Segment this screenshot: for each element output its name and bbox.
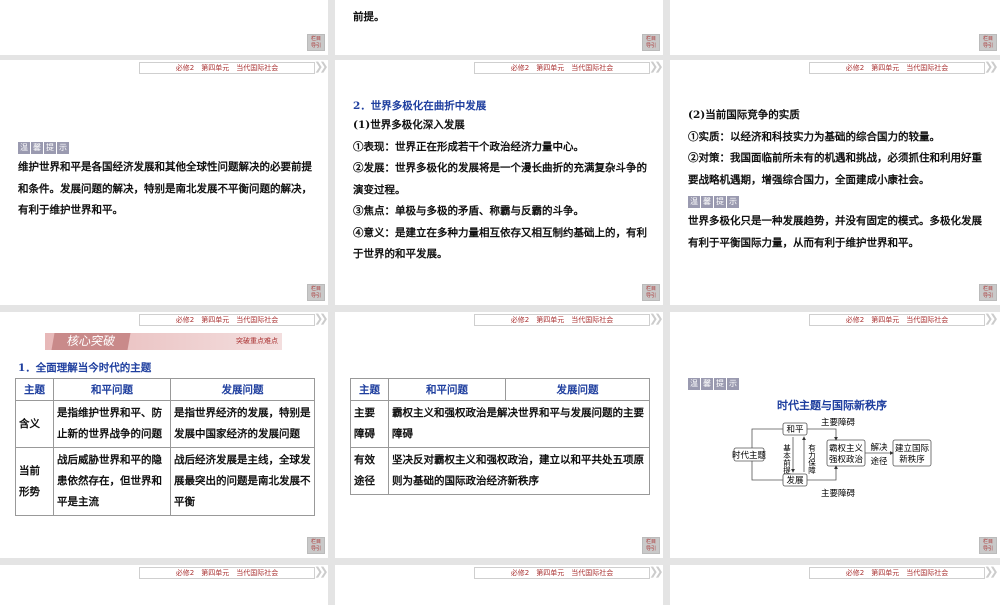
nav-button[interactable]: 栏目 导引	[307, 34, 325, 51]
nav-button[interactable]: 栏目 导引	[307, 284, 325, 301]
slide-r2c3[interactable]: 必修2 第四单元 当代国际社会 ❯❯ (2)当前国际竞争的实质 ①实质：以经济和科技…	[670, 60, 1000, 305]
diagram-title: 时代主题与国际新秩序	[777, 398, 887, 412]
section-body: (2)当前国际竞争的实质 ①实质：以经济和科技实力为基础的综合国力的较量。 ②对策：…	[688, 109, 982, 186]
svg-text:新秩序: 新秩序	[899, 454, 925, 465]
nav-button[interactable]: 栏目 导引	[307, 537, 325, 554]
nav-button[interactable]: 栏目 导引	[979, 34, 997, 51]
theme-table: 主题 和平问题 发展问题 含义 是指维护世界和平、防止新的世界战争的问题 是指世界经济的…	[15, 378, 315, 516]
slide-r3c2[interactable]: 必修2 第四单元 当代国际社会 ❯❯ 主题 和平问题 发展问题 主要障碍 霸权主义和强权…	[335, 312, 663, 558]
slide-r3c1[interactable]: 必修2 第四单元 当代国际社会 ❯❯ 核心突破 突破重点难点 1．全面理解当今时代的…	[0, 312, 328, 558]
table-row: 含义 是指维护世界和平、防止新的世界战争的问题 是指世界经济的发展，特别是发展中国家…	[15, 400, 315, 448]
slide-bottom-left[interactable]: 必修2 第四单元 当代国际社会 ❯❯	[0, 565, 328, 605]
chevron-icon: ❯❯	[984, 60, 999, 73]
slide-top-middle[interactable]: 前提。 栏目 导引	[335, 0, 663, 55]
svg-text:强权政治: 强权政治	[829, 454, 864, 465]
slide-r3c3[interactable]: 必修2 第四单元 当代国际社会 ❯❯ 温馨提示 时代主题与国际新秩序 时代主题 和…	[670, 312, 1000, 558]
section-heading: 2．世界多极化在曲折中发展	[353, 100, 487, 112]
chevron-icon: ❯❯	[314, 565, 328, 578]
nav-button[interactable]: 栏目 导引	[979, 284, 997, 301]
nav-button[interactable]: 栏目 导引	[642, 34, 660, 51]
slide-bottom-middle[interactable]: 必修2 第四单元 当代国际社会 ❯❯	[335, 565, 663, 605]
svg-text:主要障碍: 主要障碍	[821, 417, 856, 428]
slide-header: 必修2 第四单元 当代国际社会	[139, 314, 315, 326]
svg-text:时代主题: 时代主题	[732, 450, 767, 461]
theme-diagram: 时代主题与国际新秩序 时代主题 和平 发展 主要障碍 主要障碍 基本前提 有力保…	[732, 398, 932, 499]
slide-header: 必修2 第四单元 当代国际社会	[809, 62, 985, 74]
svg-text:建立国际: 建立国际	[895, 443, 930, 454]
svg-text:主要障碍: 主要障碍	[821, 488, 856, 499]
section-banner: 核心突破 突破重点难点	[45, 333, 282, 350]
tip-badge: 温馨提示	[18, 142, 69, 154]
svg-text:解决: 解决	[870, 442, 888, 453]
svg-text:有力保障: 有力保障	[807, 443, 816, 476]
svg-text:发展: 发展	[786, 475, 804, 486]
slide-r2c2[interactable]: 必修2 第四单元 当代国际社会 ❯❯ 2．世界多极化在曲折中发展 (1)世界多极化…	[335, 60, 663, 305]
svg-text:霸权主义: 霸权主义	[829, 443, 864, 454]
table-row: 当前形势 战后威胁世界和平的隐患依然存在，但世界和平是主流 战后经济发展是主线，全球…	[15, 447, 315, 516]
svg-text:和平: 和平	[786, 425, 804, 435]
chevron-icon: ❯❯	[314, 312, 328, 325]
obstacle-table: 主题 和平问题 发展问题 主要障碍 霸权主义和强权政治是解决世界和平与发展问题的主要障…	[350, 378, 650, 495]
nav-button[interactable]: 栏目 导引	[642, 537, 660, 554]
slide-top-right[interactable]: 栏目 导引	[670, 0, 1000, 55]
table-row: 有效途径 坚决反对霸权主义和强权政治，建立以和平共处五项原则为基础的国际政治经济新…	[350, 447, 650, 495]
slide-text: 前提。	[353, 11, 385, 23]
svg-text:基本前提: 基本前提	[782, 443, 791, 476]
slide-header: 必修2 第四单元 当代国际社会	[809, 567, 985, 579]
slide-header: 必修2 第四单元 当代国际社会	[474, 62, 650, 74]
slide-header: 必修2 第四单元 当代国际社会	[474, 567, 650, 579]
tip-badge: 温馨提示	[688, 196, 739, 208]
slide-header: 必修2 第四单元 当代国际社会	[474, 314, 650, 326]
chevron-icon: ❯❯	[649, 312, 663, 325]
tip-text: 世界多极化只是一种发展趋势，并没有固定的模式。多极化发展有利于平衡国际力量，从而…	[688, 215, 982, 249]
slide-header: 必修2 第四单元 当代国际社会	[139, 567, 315, 579]
chevron-icon: ❯❯	[649, 60, 663, 73]
slide-top-left[interactable]: 栏目 导引	[0, 0, 328, 55]
section-body: (1)世界多极化深入发展 ①表现：世界正在形成若干个政治经济力量中心。 ②发展：世界…	[353, 119, 647, 260]
chevron-icon: ❯❯	[984, 565, 999, 578]
slide-r2c1[interactable]: 必修2 第四单元 当代国际社会 ❯❯ 温馨提示 维护世界和平是各国经济发展和其他全…	[0, 60, 328, 305]
slide-header: 必修2 第四单元 当代国际社会	[139, 62, 315, 74]
tip-text: 维护世界和平是各国经济发展和其他全球性问题解决的必要前提和条件。发展问题的解决，…	[18, 161, 312, 216]
table-row: 主要障碍 霸权主义和强权政治是解决世界和平与发展问题的主要障碍	[350, 400, 650, 448]
nav-button[interactable]: 栏目 导引	[979, 537, 997, 554]
chevron-icon: ❯❯	[314, 60, 328, 73]
chevron-icon: ❯❯	[649, 565, 663, 578]
section-heading: 1．全面理解当今时代的主题	[18, 362, 152, 374]
svg-text:途径: 途径	[870, 456, 888, 467]
slide-bottom-right[interactable]: 必修2 第四单元 当代国际社会 ❯❯	[670, 565, 1000, 605]
nav-button[interactable]: 栏目 导引	[642, 284, 660, 301]
